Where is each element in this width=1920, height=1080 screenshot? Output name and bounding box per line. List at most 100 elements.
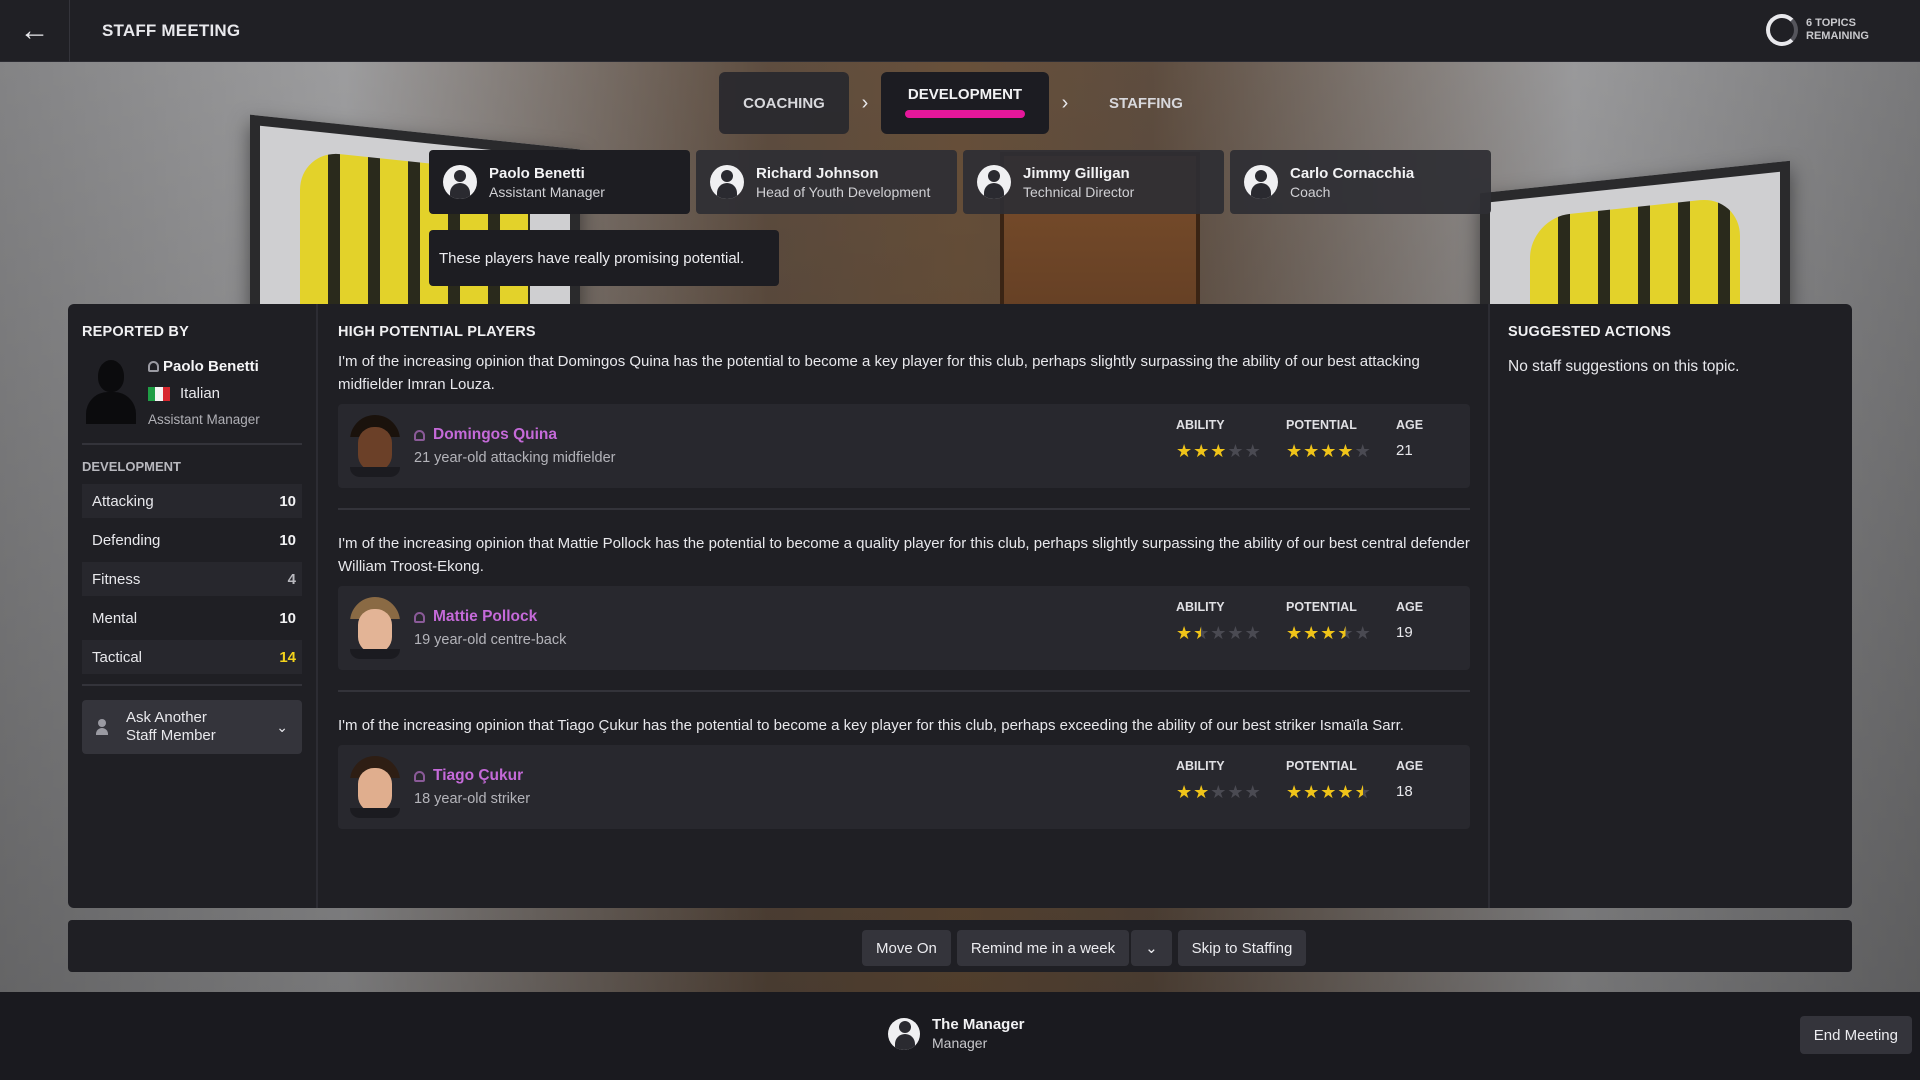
reporter-name: Paolo Benetti	[163, 358, 259, 375]
ability-label: ABILITY	[1176, 600, 1225, 614]
staff-card-carlo-cornacchia[interactable]: Carlo Cornacchia Coach	[1230, 150, 1491, 214]
back-arrow-icon[interactable]: ←	[0, 0, 70, 62]
remind-button[interactable]: Remind me in a week	[956, 930, 1130, 966]
star-icon: ★	[1303, 782, 1320, 802]
staff-card-paolo-benetti[interactable]: Paolo Benetti Assistant Manager	[429, 150, 690, 214]
attribute-value: 10	[279, 609, 296, 627]
reported-by-column: REPORTED BY Paolo Benetti Italian Assist…	[68, 304, 318, 908]
report-text: I'm of the increasing opinion that Tiago…	[338, 717, 1404, 734]
star-icon: ★	[1286, 782, 1303, 802]
player-card[interactable]: Domingos Quina 21 year-old attacking mid…	[338, 404, 1470, 488]
star-icon: ★	[1354, 623, 1371, 643]
chevron-down-icon: ⌄	[276, 718, 288, 735]
topics-remaining: 6 TOPICS REMAINING	[1766, 14, 1882, 46]
player-card[interactable]: Tiago Çukur 18 year-old striker ABILITY …	[338, 745, 1470, 829]
staff-name: Jimmy Gilligan	[1023, 164, 1130, 182]
staff-name: Carlo Cornacchia	[1290, 164, 1415, 182]
manager-avatar-icon	[888, 1017, 920, 1050]
potential-label: POTENTIAL	[1286, 759, 1357, 773]
age-label: AGE	[1396, 600, 1424, 614]
player-name-link[interactable]: Tiago Çukur	[433, 767, 523, 785]
chevron-right-icon: ›	[1061, 91, 1069, 114]
attribute-row-fitness: Fitness 4	[82, 562, 302, 596]
star-icon: ★	[1354, 782, 1371, 802]
attribute-label: Defending	[92, 531, 161, 549]
ability-stars: ★ ★ ★ ★ ★	[1176, 783, 1264, 801]
staff-role: Technical Director	[1023, 183, 1135, 200]
star-icon: ★	[1244, 782, 1261, 802]
potential-stars: ★ ★ ★ ★ ★	[1286, 783, 1374, 801]
staff-name: Richard Johnson	[756, 164, 879, 182]
attribute-label: Mental	[92, 609, 138, 627]
star-icon: ★	[1210, 623, 1227, 643]
active-tab-indicator	[905, 110, 1025, 118]
player-description: 18 year-old striker	[414, 791, 531, 807]
player-name-link[interactable]: Domingos Quina	[433, 426, 557, 444]
player-person-icon	[414, 611, 425, 623]
player-card[interactable]: Mattie Pollock 19 year-old centre-back A…	[338, 586, 1470, 670]
staff-card-jimmy-gilligan[interactable]: Jimmy Gilligan Technical Director	[963, 150, 1224, 214]
player-report: I'm of the increasing opinion that Tiago…	[338, 714, 1470, 829]
player-name-link[interactable]: Mattie Pollock	[433, 608, 537, 626]
star-icon: ★	[1227, 623, 1244, 643]
staff-role: Assistant Manager	[489, 183, 605, 200]
staff-avatar-icon	[1244, 165, 1278, 199]
player-person-icon	[414, 770, 425, 782]
ability-label: ABILITY	[1176, 418, 1225, 432]
staff-role: Head of Youth Development	[756, 183, 931, 200]
player-age: 18	[1396, 783, 1413, 800]
tab-development-label: DEVELOPMENT	[907, 86, 1023, 103]
player-metrics: ABILITY ★ ★ ★ ★ ★ POTENTIAL ★ ★ ★ ★ ★ AGE 19	[1176, 600, 1430, 642]
report-text: I'm of the increasing opinion that Matti…	[338, 535, 1470, 575]
player-photo	[350, 597, 400, 659]
tab-staffing[interactable]: STAFFING	[1081, 72, 1211, 134]
star-icon: ★	[1210, 441, 1227, 461]
star-icon: ★	[1320, 441, 1337, 461]
topics-count: 6 TOPICS	[1806, 17, 1856, 29]
attribute-label: Fitness	[92, 570, 141, 588]
manager-name: The Manager	[932, 1016, 1025, 1033]
attribute-row-tactical: Tactical 14	[82, 640, 302, 674]
staff-members: Paolo Benetti Assistant Manager Richard …	[429, 150, 1491, 214]
star-icon: ★	[1210, 782, 1227, 802]
star-icon: ★	[1244, 441, 1261, 461]
suggested-actions-title: SUGGESTED ACTIONS	[1508, 324, 1672, 340]
player-age: 21	[1396, 442, 1413, 459]
suggested-actions-text: No staff suggestions on this topic.	[1508, 358, 1740, 375]
tab-coaching[interactable]: COACHING	[719, 72, 849, 134]
staff-card-richard-johnson[interactable]: Richard Johnson Head of Youth Developmen…	[696, 150, 957, 214]
manager-card[interactable]: The Manager Manager	[888, 1016, 1025, 1051]
end-meeting-button[interactable]: End Meeting	[1799, 1016, 1912, 1054]
player-metrics: ABILITY ★ ★ ★ ★ ★ POTENTIAL ★ ★ ★ ★ ★ AGE 21	[1176, 418, 1430, 460]
attribute-value: 10	[279, 531, 296, 549]
attribute-row-defending: Defending 10	[82, 523, 302, 557]
skip-to-staffing-button[interactable]: Skip to Staffing	[1177, 930, 1307, 966]
page-title: STAFF MEETING	[102, 20, 241, 40]
star-icon: ★	[1227, 441, 1244, 461]
chevron-right-icon: ›	[861, 91, 869, 114]
tab-development[interactable]: DEVELOPMENT	[881, 72, 1049, 134]
star-icon: ★	[1244, 623, 1261, 643]
staff-speech-bubble: These players have really promising pote…	[429, 230, 779, 286]
star-icon: ★	[1227, 782, 1244, 802]
star-icon: ★	[1193, 441, 1210, 461]
potential-stars: ★ ★ ★ ★ ★	[1286, 624, 1374, 642]
ability-label: ABILITY	[1176, 759, 1225, 773]
top-bar: ← STAFF MEETING 6 TOPICS REMAINING	[0, 0, 1920, 62]
move-on-button[interactable]: Move On	[862, 930, 951, 966]
star-icon: ★	[1354, 441, 1371, 461]
star-icon: ★	[1337, 782, 1354, 802]
age-label: AGE	[1396, 759, 1424, 773]
attribute-label: Tactical	[92, 648, 143, 666]
ask-another-staff-button[interactable]: Ask Another Staff Member ⌄	[82, 700, 302, 754]
star-icon: ★	[1193, 782, 1210, 802]
reporter-card[interactable]: Paolo Benetti Italian Assistant Manager	[82, 358, 302, 427]
staff-group-icon	[96, 718, 118, 736]
star-icon: ★	[1320, 782, 1337, 802]
player-age: 19	[1396, 624, 1413, 641]
divider	[82, 684, 302, 686]
player-report: I'm of the increasing opinion that Matti…	[338, 532, 1470, 692]
staff-person-icon	[148, 361, 159, 372]
chevron-down-icon[interactable]: ⌄	[1131, 930, 1172, 966]
topics-label: REMAINING	[1806, 30, 1869, 42]
